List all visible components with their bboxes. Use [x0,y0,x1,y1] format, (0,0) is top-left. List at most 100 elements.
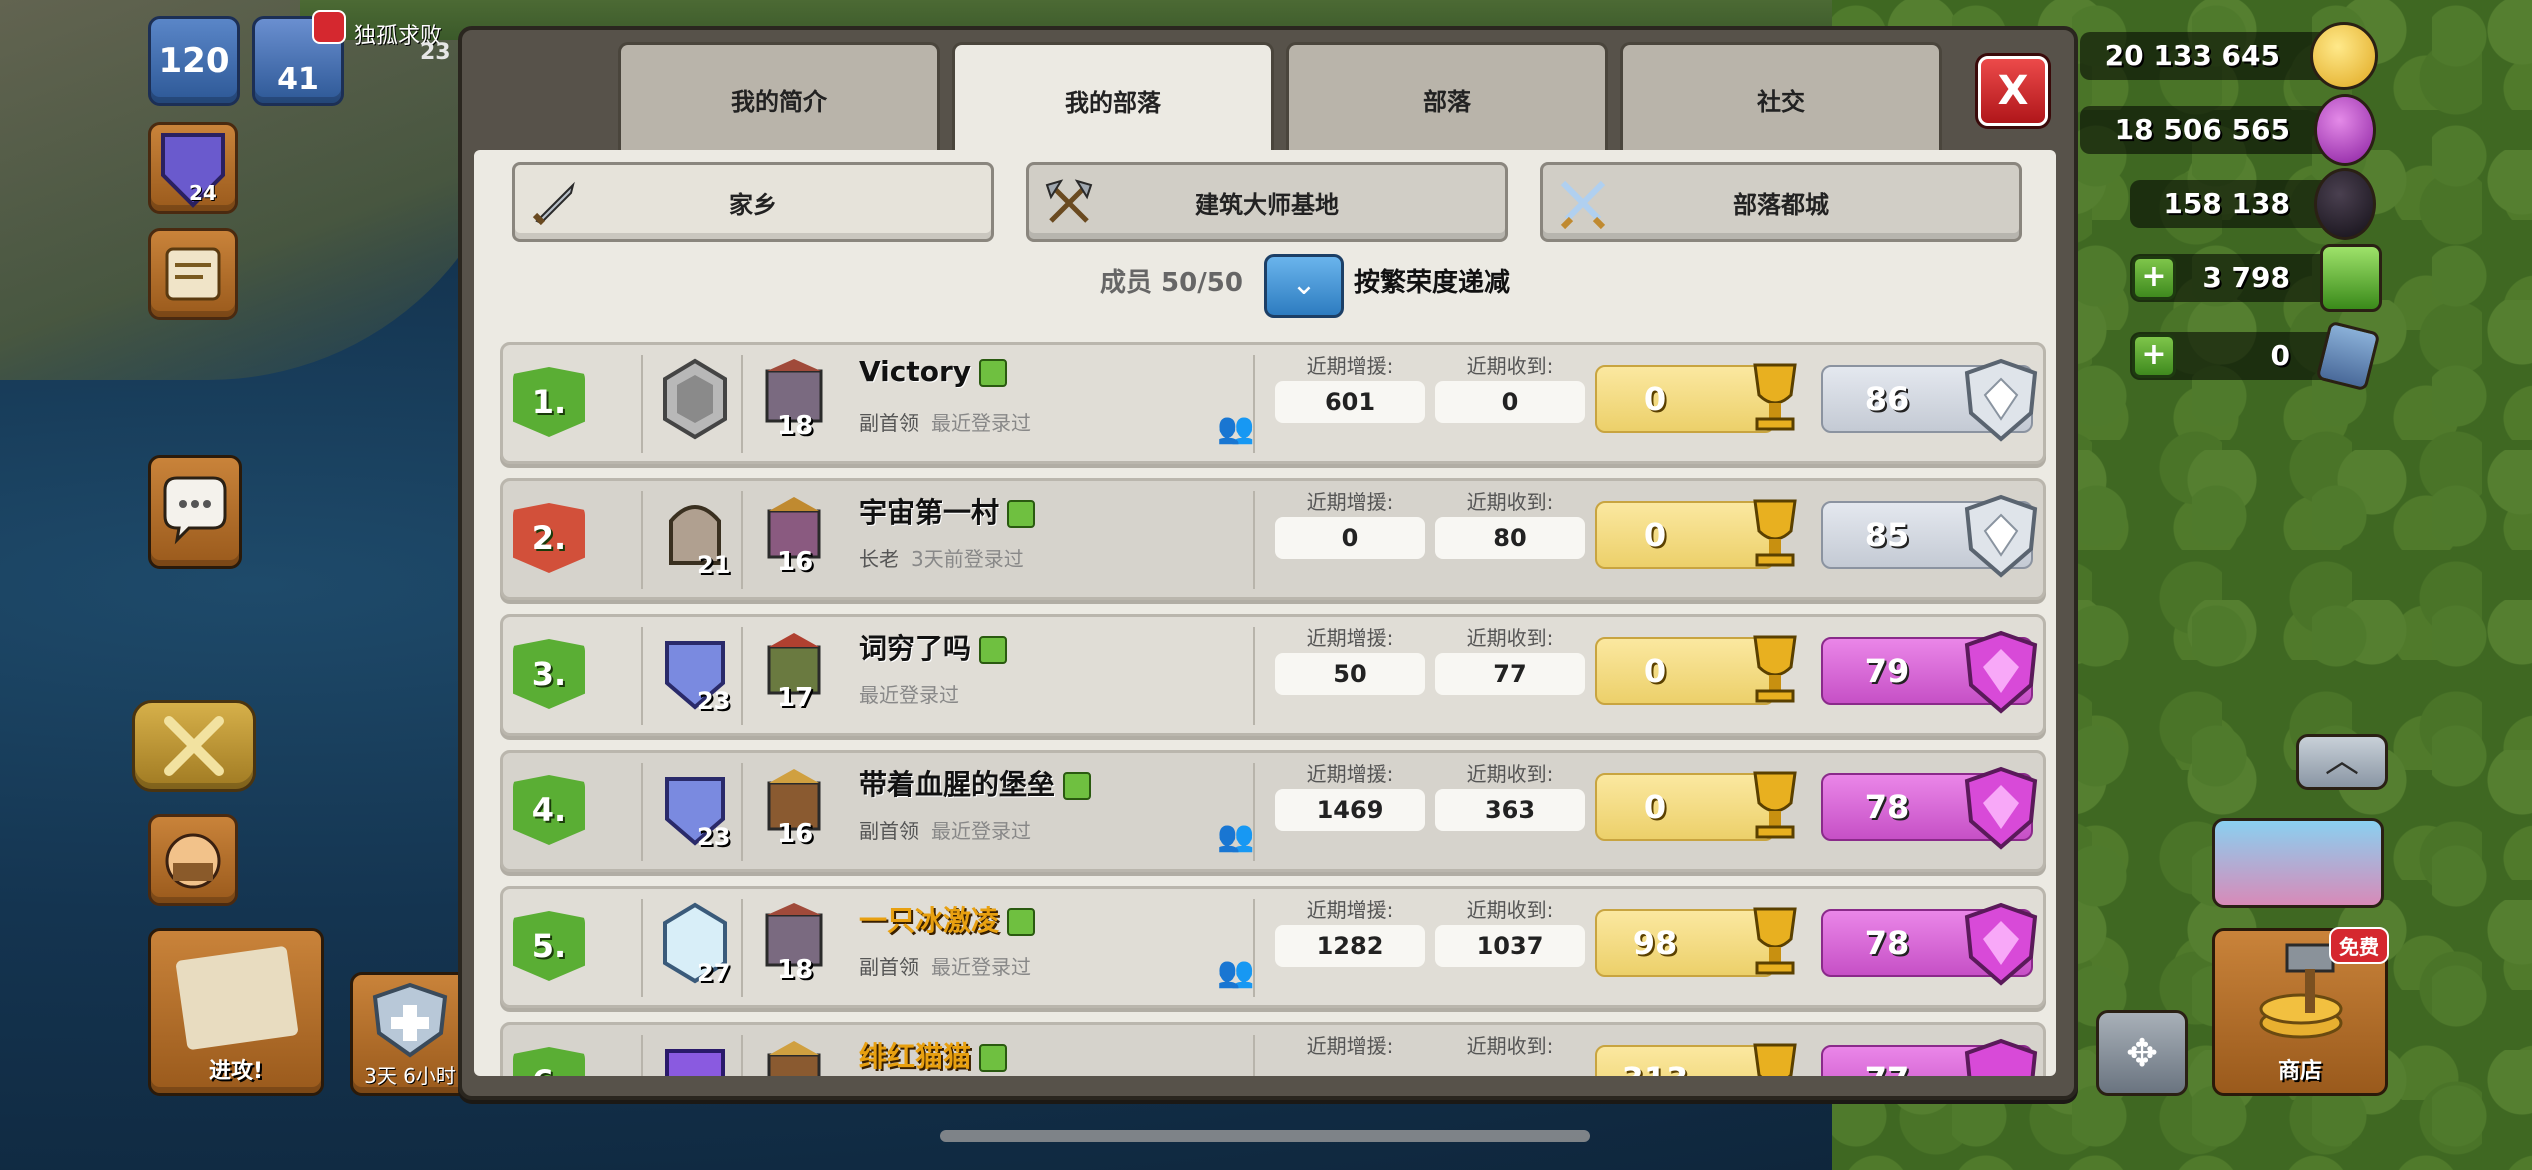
role-text: 长老 [859,547,899,571]
divider [741,1035,743,1076]
last-online-text: 最近登录过 [931,819,1031,843]
dark-elixir-drop-icon [2314,168,2376,240]
divider [641,627,643,725]
donated-stat: 近期增援: 0 [1275,487,1425,559]
gold-value: 20 133 645 [2104,39,2280,72]
chevron-up-button[interactable]: ︿ [2296,734,2388,790]
notification-dot [312,10,346,44]
last-online-text: 3天前登录过 [911,547,1024,571]
received-value: 0 [1435,381,1585,423]
donated-stat: 近期增援: 601 [1275,351,1425,423]
trophy-cup-icon [1753,635,1797,703]
player-name[interactable]: 带着血腥的堡垒 [859,763,1092,803]
note-icon [979,359,1008,387]
clan-war-button[interactable] [132,700,256,792]
note-icon [979,1044,1008,1072]
donated-stat: 近期增援: 50 [1275,623,1425,695]
sub-tab-home-village[interactable]: 家乡 [512,162,994,242]
player-name-text: 一只冰激凌 [859,904,1000,937]
last-online-text: 最近登录过 [931,955,1031,979]
player-level-badge[interactable]: 120 [148,16,240,106]
player-role: 最近登录过 [859,679,959,708]
close-button[interactable]: X [1978,56,2048,126]
league-button[interactable]: 24 [148,122,238,214]
player-name-text: 绯红猫猫 [859,1040,972,1073]
received-value: 80 [1435,517,1585,559]
attack-label: 进攻! [208,1059,264,1084]
player-name[interactable]: 词穷了吗 [859,627,1008,667]
divider [1253,763,1255,861]
trophy-cup-icon [1753,1043,1797,1076]
player-role: 副首领 最近登录过 [859,407,1031,436]
add-gems-button[interactable]: + [2132,256,2176,300]
tab-my-profile[interactable]: 我的简介 [618,42,940,154]
league-level: 27 [697,959,731,987]
received-stat: 近期收到: 77 [1435,623,1585,695]
free-badge: 免费 [2329,927,2389,964]
player-role: 副首领 最近登录过 [859,815,1031,844]
sub-tab-label: 家乡 [729,190,777,219]
member-row[interactable]: 2. 21 16 宇宙第一村 长老 3天前登录过 近期增援: 0 近期收到: 80 0… [500,478,2046,600]
member-list[interactable]: 1. 18 Victory 副首领 最近登录过 👥 近期增援: 601 近期收到: 0… [496,338,2050,1076]
tab-social[interactable]: 社交 [1620,42,1942,154]
player-name[interactable]: 一只冰激凌 [859,899,1036,939]
chat-button[interactable] [148,455,242,569]
received-value: 1037 [1435,925,1585,967]
donated-stat: 近期增援: 1282 [1275,895,1425,967]
member-row[interactable]: 1. 18 Victory 副首领 最近登录过 👥 近期增援: 601 近期收到: 0… [500,342,2046,464]
add-tickets-button[interactable]: + [2132,334,2176,378]
player-role: 副首领 最近登录过 [859,951,1031,980]
tab-label: 我的部落 [1065,89,1161,117]
player-level-value: 120 [158,41,230,81]
attack-button[interactable]: 进攻! [148,928,324,1096]
league-level: 21 [697,551,731,579]
event-banner[interactable] [2212,818,2384,908]
donated-value: 1469 [1275,789,1425,831]
crossed-axes-icon [1045,179,1093,223]
divider [1253,899,1255,997]
sub-tab-clan-capital[interactable]: 部落都城 [1540,162,2022,242]
gem-icon [2320,244,2382,312]
received-stat: 近期收到: 0 [1435,351,1585,423]
member-row[interactable]: 6. 绯红猫猫 近期增援: 近期收到: 313 77 [500,1022,2046,1076]
player-name[interactable]: 绯红猫猫 [859,1035,1008,1075]
player-name-text: 带着血腥的堡垒 [859,768,1056,801]
player-name-text: Victory [859,355,972,388]
shop-button[interactable]: 免费 商店 [2212,927,2389,1096]
shield-timer-button[interactable]: 3天 6小时 [350,972,470,1096]
sub-tab-builder-base[interactable]: 建筑大师基地 [1026,162,1508,242]
note-icon [1007,908,1036,936]
builder-button[interactable] [148,814,238,906]
donated-stat: 近期增援: 1469 [1275,759,1425,831]
tasks-button[interactable] [148,228,238,320]
received-stat: 近期收到: 363 [1435,759,1585,831]
donated-value: 1282 [1275,925,1425,967]
received-stat: 近期收到: 80 [1435,487,1585,559]
layout-edit-button[interactable]: ✥ [2096,1010,2188,1096]
purple-league-shield-icon [1964,766,2038,850]
member-row[interactable]: 4. 23 16 带着血腥的堡垒 副首领 最近登录过 👥 近期增援: 1469 近期… [500,750,2046,872]
player-name[interactable]: 宇宙第一村 [859,491,1036,531]
tab-label: 社交 [1757,88,1805,116]
map-icon [175,945,299,1051]
trophy-level-value: 41 [277,62,319,97]
received-label: 近期收到: [1466,762,1554,786]
elixir-value: 18 506 565 [2114,113,2290,146]
home-indicator[interactable] [940,1130,1590,1142]
tab-my-clan[interactable]: 我的部落 [952,42,1274,156]
legend-league-icon [665,1049,725,1076]
divider [1253,491,1255,589]
sort-button[interactable]: ⌄ [1264,254,1344,318]
member-row[interactable]: 3. 23 17 词穷了吗 最近登录过 近期增援: 50 近期收到: 77 0 79 [500,614,2046,736]
player-name[interactable]: Victory [859,355,1008,388]
town-hall-level: 16 [777,547,814,577]
divider [1253,1035,1255,1076]
tab-clans[interactable]: 部落 [1286,42,1608,154]
member-row[interactable]: 5. 27 18 一只冰激凌 副首领 最近登录过 👥 近期增援: 1282 近期收到… [500,886,2046,1008]
donated-stat: 近期增援: [1275,1031,1425,1061]
divider [741,627,743,725]
received-label: 近期收到: [1466,354,1554,378]
divider [1253,355,1255,453]
last-online-text: 最近登录过 [931,411,1031,435]
donated-value: 0 [1275,517,1425,559]
